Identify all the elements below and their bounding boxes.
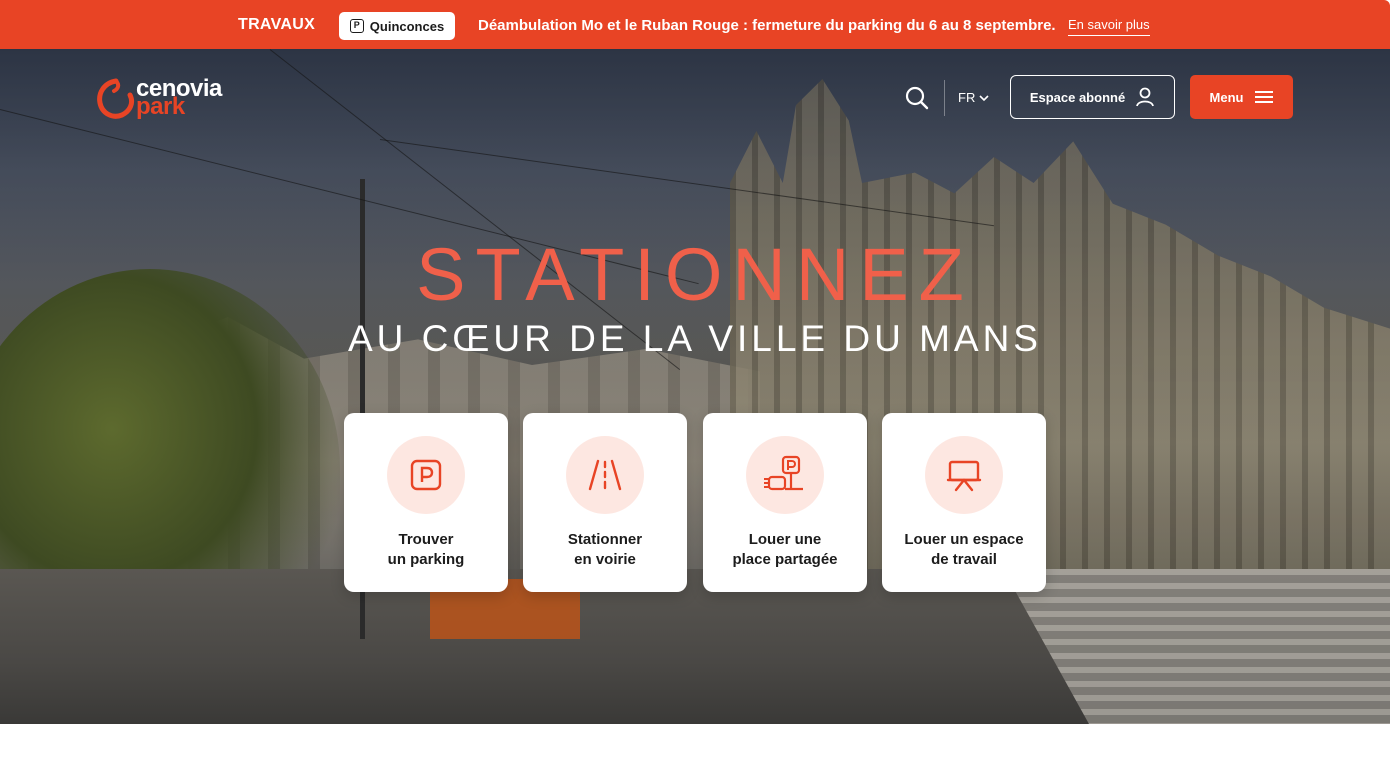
hero-section — [0, 49, 1390, 724]
hero-title: STATIONNEZ — [416, 233, 974, 316]
card-workspace[interactable]: Louer un espace de travail — [882, 413, 1046, 592]
logo[interactable]: cenovia park — [96, 75, 236, 121]
alert-banner: TRAVAUX P Quinconces Déambulation Mo et … — [0, 0, 1390, 49]
card-icon-circle — [566, 436, 644, 514]
subscriber-space-label: Espace abonné — [1029, 89, 1126, 105]
chevron-down-icon — [979, 94, 989, 101]
parking-p-icon: P — [349, 19, 364, 33]
language-label: FR — [958, 90, 976, 105]
card-label-line2: un parking — [387, 551, 465, 568]
banner-message: Déambulation Mo et le Ruban Rouge : ferm… — [478, 17, 1056, 34]
user-icon — [1136, 87, 1155, 107]
card-label: Louer un espace de travail — [882, 530, 1046, 570]
card-label-line2: en voirie — [574, 551, 636, 568]
search-icon — [905, 86, 929, 110]
menu-button[interactable]: Menu — [1190, 75, 1293, 119]
card-label-line1: Trouver — [398, 531, 454, 548]
card-icon-circle — [925, 436, 1003, 514]
banner-pill-text: Quinconces — [369, 18, 445, 34]
card-shared-parking[interactable]: Louer une place partagée — [703, 413, 867, 592]
banner-location-pill: P Quinconces — [339, 12, 455, 40]
card-label: Louer une place partagée — [703, 530, 867, 570]
card-find-parking[interactable]: Trouver un parking — [344, 413, 508, 592]
hamburger-icon — [1255, 91, 1274, 103]
card-label-line2: place partagée — [732, 551, 838, 568]
card-label-line1: Louer un espace — [904, 531, 1024, 548]
logo-text-park: park — [136, 93, 185, 120]
card-icon-circle — [387, 436, 465, 514]
presentation-board-icon — [946, 460, 982, 492]
shared-parking-icon — [764, 455, 803, 491]
road-icon — [588, 459, 622, 491]
subscriber-space-button[interactable]: Espace abonné — [1010, 75, 1175, 119]
hero-subtitle: AU CŒUR DE LA VILLE DU MANS — [348, 318, 1042, 359]
header-divider — [944, 80, 945, 116]
language-selector[interactable]: FR — [958, 90, 989, 105]
parking-icon — [410, 459, 442, 491]
card-icon-circle — [746, 436, 824, 514]
card-label: Trouver un parking — [344, 530, 508, 570]
card-street-parking[interactable]: Stationner en voirie — [523, 413, 687, 592]
banner-more-link[interactable]: En savoir plus — [1068, 17, 1150, 36]
menu-label: Menu — [1209, 89, 1244, 105]
card-label-line2: de travail — [931, 551, 997, 568]
logo-swirl-icon — [97, 78, 135, 119]
search-button[interactable] — [904, 85, 930, 111]
banner-label: TRAVAUX — [238, 16, 316, 33]
card-label-line1: Louer une — [748, 531, 822, 548]
card-label-line1: Stationner — [567, 531, 643, 548]
card-label: Stationner en voirie — [523, 530, 687, 570]
